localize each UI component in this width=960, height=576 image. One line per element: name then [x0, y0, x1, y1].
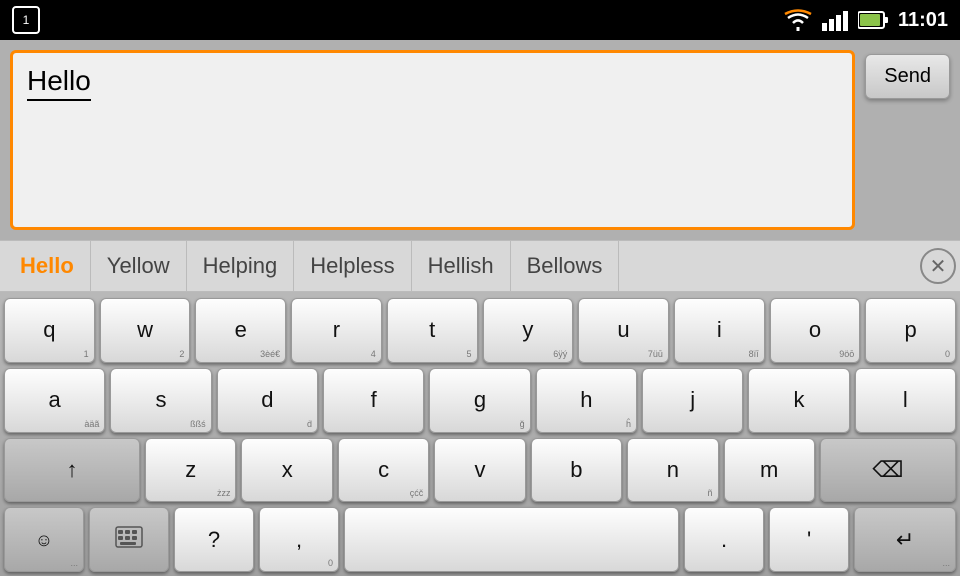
- dismiss-suggestion-button[interactable]: ✕: [920, 248, 956, 284]
- key-t[interactable]: t5: [387, 298, 478, 363]
- key-layout[interactable]: [89, 507, 169, 572]
- keyboard-row-2: aàäã sßßś dḋ f gğ hĥ j k l: [4, 368, 956, 433]
- key-l[interactable]: l: [855, 368, 956, 433]
- key-backspace[interactable]: ⌫: [820, 438, 956, 503]
- key-a[interactable]: aàäã: [4, 368, 105, 433]
- text-input-container[interactable]: Hello: [10, 50, 855, 230]
- key-i[interactable]: i8ïī: [674, 298, 765, 363]
- key-z[interactable]: zżzz: [145, 438, 236, 503]
- battery-icon: [858, 9, 888, 31]
- key-spacebar[interactable]: [344, 507, 679, 572]
- keyboard-row-3: ↑ zżzz x cçćč v b nñ m ⌫: [4, 438, 956, 503]
- suggestion-hello[interactable]: Hello: [4, 241, 91, 291]
- notification-icon: 1: [12, 6, 40, 34]
- key-f[interactable]: f: [323, 368, 424, 433]
- key-enter[interactable]: ↵ ...: [854, 507, 956, 572]
- key-b[interactable]: b: [531, 438, 622, 503]
- keyboard-row-4: ☺ ... ? ,0 . ': [4, 507, 956, 572]
- key-shift[interactable]: ↑: [4, 438, 140, 503]
- key-o[interactable]: o9öō: [770, 298, 861, 363]
- keyboard-row-1: q1 w2 e3èé€ r4 t5 y6ÿý u7üū i8ïī o9öō p0: [4, 298, 956, 363]
- key-x[interactable]: x: [241, 438, 332, 503]
- text-input-value: Hello: [27, 65, 91, 101]
- key-q[interactable]: q1: [4, 298, 95, 363]
- keyboard: q1 w2 e3èé€ r4 t5 y6ÿý u7üū i8ïī o9öō p0…: [0, 292, 960, 576]
- key-k[interactable]: k: [748, 368, 849, 433]
- status-left: 1: [12, 6, 40, 34]
- key-c[interactable]: cçćč: [338, 438, 429, 503]
- suggestion-helpless[interactable]: Helpless: [294, 241, 411, 291]
- status-right: 11:01: [784, 9, 948, 32]
- status-bar: 1: [0, 0, 960, 40]
- key-r[interactable]: r4: [291, 298, 382, 363]
- key-n[interactable]: nñ: [627, 438, 718, 503]
- suggestion-helping[interactable]: Helping: [187, 241, 295, 291]
- key-h[interactable]: hĥ: [536, 368, 637, 433]
- key-j[interactable]: j: [642, 368, 743, 433]
- suggestion-hellish[interactable]: Hellish: [412, 241, 511, 291]
- suggestions-bar: Hello Yellow Helping Helpless Hellish Be…: [0, 240, 960, 292]
- key-p[interactable]: p0: [865, 298, 956, 363]
- close-icon: ✕: [930, 254, 947, 279]
- key-question[interactable]: ?: [174, 507, 254, 572]
- key-u[interactable]: u7üū: [578, 298, 669, 363]
- key-y[interactable]: y6ÿý: [483, 298, 574, 363]
- key-d[interactable]: dḋ: [217, 368, 318, 433]
- key-m[interactable]: m: [724, 438, 815, 503]
- send-button[interactable]: Send: [865, 54, 950, 99]
- signal-icon: [822, 9, 848, 31]
- suggestion-yellow[interactable]: Yellow: [91, 241, 187, 291]
- key-comma[interactable]: ,0: [259, 507, 339, 572]
- suggestion-bellows[interactable]: Bellows: [511, 241, 620, 291]
- wifi-icon: [784, 9, 812, 31]
- key-apostrophe[interactable]: ': [769, 507, 849, 572]
- key-w[interactable]: w2: [100, 298, 191, 363]
- key-v[interactable]: v: [434, 438, 525, 503]
- key-s[interactable]: sßßś: [110, 368, 211, 433]
- key-e[interactable]: e3èé€: [195, 298, 286, 363]
- key-g[interactable]: gğ: [429, 368, 530, 433]
- input-area: Hello Send: [0, 40, 960, 240]
- key-emoji[interactable]: ☺ ...: [4, 507, 84, 572]
- time-display: 11:01: [898, 9, 948, 32]
- key-period[interactable]: .: [684, 507, 764, 572]
- keyboard-layout-icon: [115, 526, 143, 553]
